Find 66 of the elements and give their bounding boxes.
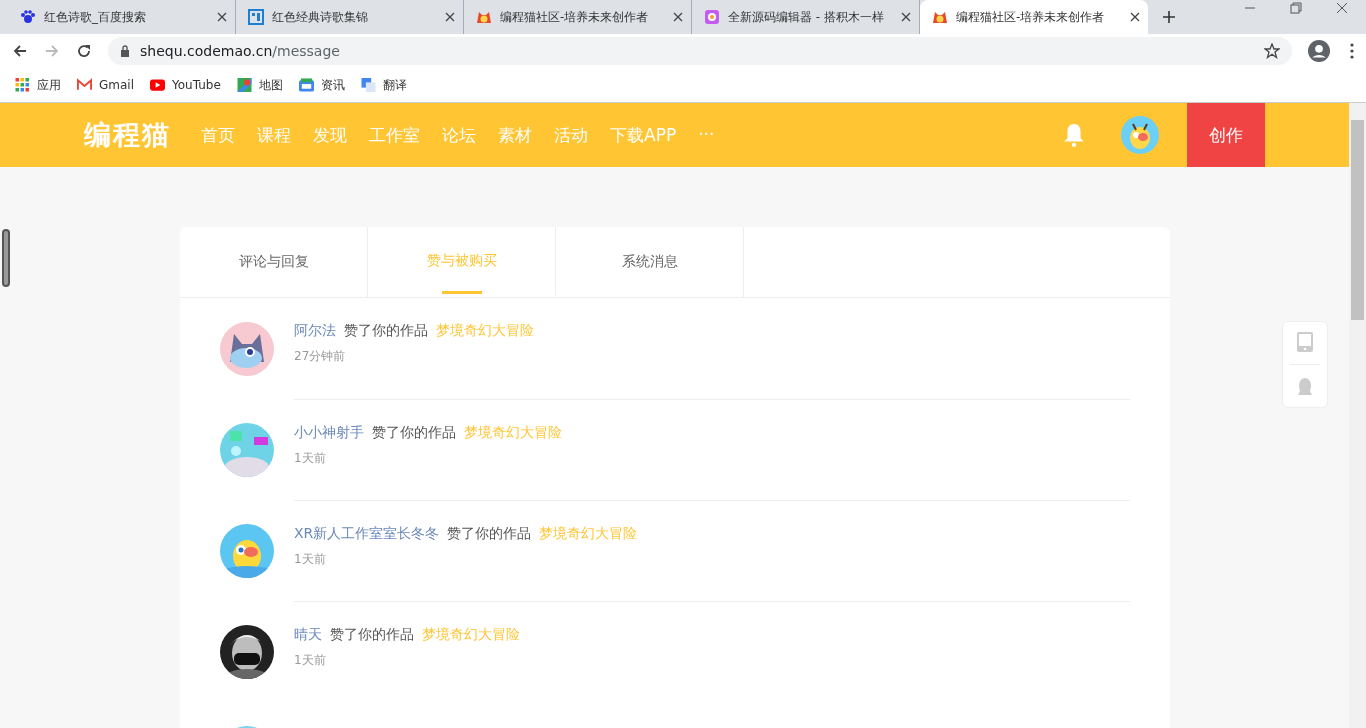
cat-icon <box>476 9 492 25</box>
time-text: 27分钟前 <box>294 348 347 365</box>
user-name-link[interactable]: 阿尔法 <box>294 322 336 340</box>
mail-icon <box>77 78 92 92</box>
close-icon[interactable] <box>673 12 683 22</box>
browser-tab[interactable]: 全新源码编辑器 - 搭积木一样 <box>692 0 920 34</box>
url-text: shequ.codemao.cn/message <box>140 43 341 59</box>
action-text: 赞了你的作品 <box>447 524 532 543</box>
user-name-link[interactable]: XR新人工作室室长冬冬 <box>294 524 440 543</box>
tab-title: 全新源码编辑器 - 搭积木一样 <box>728 8 885 26</box>
bookmark-label: Gmail <box>99 78 134 92</box>
star-icon[interactable] <box>1264 43 1280 59</box>
apps-icon <box>15 78 30 92</box>
tab-title: 红色经典诗歌集锦 <box>272 8 369 26</box>
restore-icon[interactable] <box>1290 2 1302 14</box>
cat-icon <box>932 9 948 25</box>
tab-title: 编程猫社区-培养未来创作者 <box>956 8 1106 26</box>
close-icon[interactable] <box>217 12 227 22</box>
scrollbar[interactable] <box>1349 103 1366 728</box>
bookmark-label: 应用 <box>37 76 61 94</box>
address-bar[interactable]: shequ.codemao.cn/message <box>108 37 1292 65</box>
grid-icon <box>248 9 264 25</box>
action-text: 赞了你的作品 <box>330 625 414 644</box>
scroll-handle-icon[interactable] <box>2 229 10 287</box>
action-text: 赞了你的作品 <box>372 423 456 442</box>
time-text: 1天前 <box>294 550 327 568</box>
user-name-link[interactable]: 小小神射手 <box>294 423 364 442</box>
scrollbar-thumb[interactable] <box>1351 120 1364 320</box>
bookmark[interactable]: 翻译 <box>360 76 407 94</box>
close-icon[interactable] <box>1336 2 1348 14</box>
bookmark-label: 资讯 <box>320 76 345 94</box>
close-icon[interactable] <box>901 12 911 22</box>
news-icon <box>298 78 314 92</box>
user-name-link[interactable]: 晴天 <box>294 625 322 644</box>
map-pin-icon <box>236 78 252 92</box>
translate-icon <box>360 78 376 92</box>
menu-icon[interactable] <box>1350 43 1354 59</box>
bookmark[interactable]: YouTube <box>150 78 221 92</box>
bookmark-label: 翻译 <box>382 76 407 94</box>
new-tab-icon[interactable] <box>1162 10 1176 24</box>
action-text: 赞了你的作品 <box>344 322 428 340</box>
tab-title: 编程猫社区-培养未来创作者 <box>500 8 650 26</box>
message-tab[interactable]: 系统消息 <box>556 227 744 297</box>
close-icon[interactable] <box>1130 12 1140 22</box>
browser-tab[interactable]: 编程猫社区-培养未来创作者 <box>920 0 1148 34</box>
bookmark[interactable]: 资讯 <box>298 76 345 94</box>
bookmark[interactable]: 地图 <box>236 76 283 94</box>
close-icon[interactable] <box>445 12 455 22</box>
paw-icon <box>20 9 36 25</box>
tab-title: 红色诗歌_百度搜索 <box>44 8 147 26</box>
time-text: 1天前 <box>294 651 327 669</box>
bookmark-label: 地图 <box>258 76 283 94</box>
play-icon <box>150 78 165 92</box>
reload-icon[interactable] <box>76 43 92 59</box>
pen-icon <box>704 9 720 25</box>
time-text: 1天前 <box>294 449 327 467</box>
profile-icon[interactable] <box>1308 40 1330 62</box>
back-icon[interactable] <box>12 43 28 59</box>
lock-icon <box>120 45 130 57</box>
browser-tab[interactable]: 编程猫社区-培养未来创作者 <box>464 0 692 34</box>
bookmark[interactable]: Gmail <box>77 78 134 92</box>
create-button[interactable]: 创作 <box>1187 103 1265 167</box>
bookmark-label: YouTube <box>172 78 221 92</box>
bookmark[interactable]: 应用 <box>15 76 61 94</box>
browser-tab[interactable]: 红色诗歌_百度搜索 <box>8 0 236 34</box>
browser-tab[interactable]: 红色经典诗歌集锦 <box>236 0 464 34</box>
